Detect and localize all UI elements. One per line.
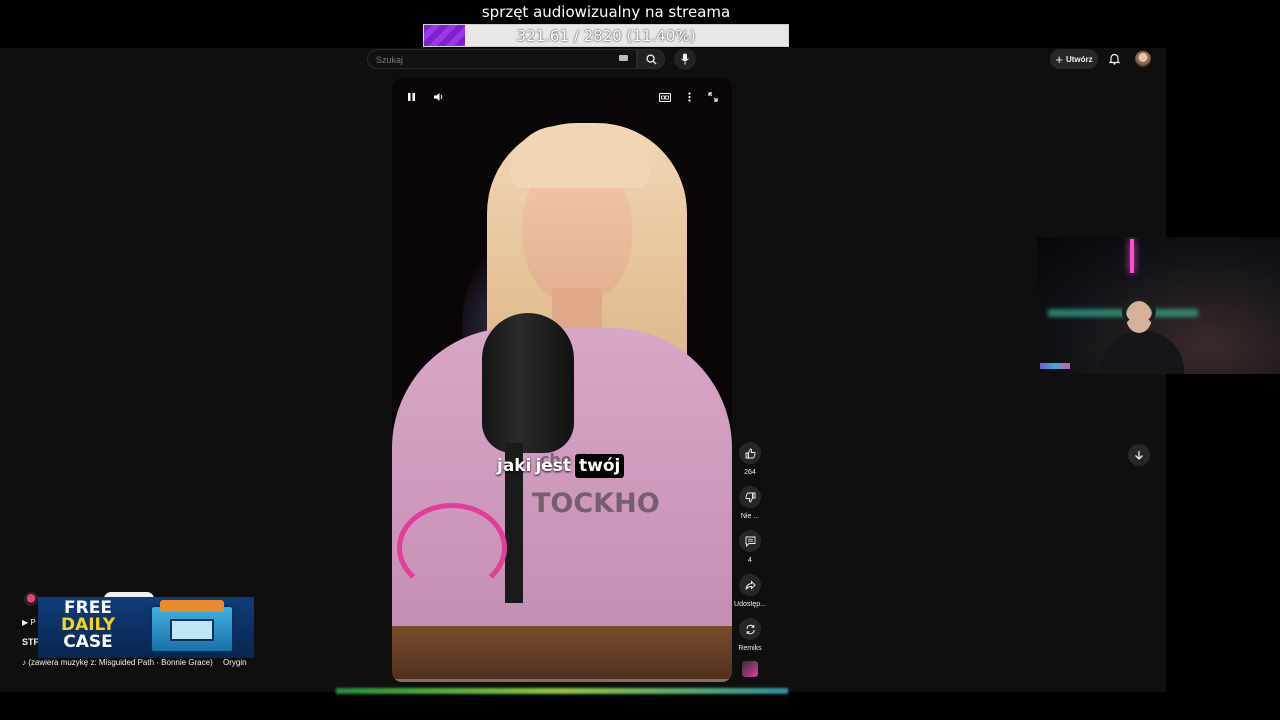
dislike-label: Nie ... (740, 513, 760, 520)
webcam-headset (1122, 297, 1156, 327)
case-window (170, 619, 214, 641)
account-avatar[interactable] (1135, 51, 1151, 67)
voice-search-button[interactable] (674, 48, 696, 70)
free-daily-case-banner: FREE DAILY CASE (38, 597, 254, 658)
like-action[interactable]: 264 (734, 442, 766, 476)
volume-button[interactable] (429, 88, 447, 106)
promo-line-3: CASE (63, 632, 113, 652)
like-count: 264 (744, 469, 756, 476)
video-progress-bar[interactable] (392, 679, 732, 682)
mic-icon (681, 53, 689, 65)
case-lid (160, 600, 224, 612)
comments-action[interactable]: 4 (734, 530, 766, 564)
bottom-glow (336, 688, 788, 694)
search-box[interactable] (367, 49, 637, 69)
video-person-bangs (510, 126, 650, 188)
video-microphone (482, 313, 574, 453)
bell-icon (1108, 53, 1120, 65)
share-action[interactable]: Udostęp... (734, 574, 766, 608)
next-video-button[interactable] (1128, 444, 1150, 466)
channel-line: ▶ P (22, 618, 36, 627)
dislike-action[interactable]: Nie ... (734, 486, 766, 520)
music-credit[interactable]: ♪ (zawiera muzykę z: Misguided Path · Bo… (22, 658, 247, 667)
webcam-streamer-body (1100, 331, 1184, 374)
sound-thumbnail[interactable] (742, 661, 758, 677)
thumbs-up-icon (745, 448, 756, 458)
webcam-led-strip (1040, 363, 1070, 369)
thumbs-down-icon (744, 492, 755, 502)
pink-cable (397, 503, 507, 593)
search-button[interactable] (637, 49, 665, 69)
pause-button[interactable] (402, 88, 420, 106)
more-icon (687, 92, 691, 102)
pause-icon (407, 93, 415, 101)
create-label: Utwórz (1065, 54, 1093, 64)
search-input[interactable] (368, 51, 608, 69)
video-caption: jaki jest twój (497, 454, 625, 478)
channel-avatar[interactable] (24, 592, 38, 606)
plus-icon: + (1055, 51, 1063, 67)
goal-title: sprzęt audiowizualny na streama (481, 3, 731, 21)
remix-icon (746, 624, 754, 634)
sweater-print: TOCKHO (532, 488, 660, 519)
fullscreen-button[interactable] (704, 88, 722, 106)
video-table (392, 626, 732, 682)
keyboard-icon[interactable] (619, 55, 628, 61)
shorts-video-player[interactable]: che St TOCKHO jaki jest twój (392, 78, 732, 682)
notifications-button[interactable] (1106, 51, 1122, 67)
fullscreen-icon (708, 92, 718, 102)
create-button[interactable]: + Utwórz (1050, 49, 1098, 69)
caption-word-highlighted: twój (575, 454, 625, 478)
music-credit-text: ♪ (zawiera muzykę z: Misguided Path · Bo… (22, 658, 213, 667)
comments-button[interactable] (739, 530, 761, 552)
remix-action[interactable]: Remiks (734, 618, 766, 652)
comments-count: 4 (748, 557, 752, 564)
arrow-down-icon (1135, 451, 1143, 460)
original-sound-label: Orygin (222, 658, 247, 667)
streamer-webcam (1038, 237, 1280, 374)
goal-progress-bar: 321.61 / 2820 (11.40%) (423, 24, 789, 47)
dislike-button[interactable] (739, 486, 761, 508)
caption-word: jaki (497, 456, 532, 476)
captions-button[interactable] (656, 88, 674, 106)
remix-button[interactable] (739, 618, 761, 640)
webcam-neon-light (1130, 239, 1134, 273)
comment-icon (745, 536, 755, 547)
like-button[interactable] (739, 442, 761, 464)
captions-icon (659, 92, 671, 102)
caption-word: jest (535, 456, 572, 476)
goal-progress-text: 321.61 / 2820 (11.40%) (516, 27, 696, 45)
share-icon (745, 579, 756, 590)
search-icon (645, 53, 657, 65)
volume-icon (433, 93, 442, 101)
more-options-button[interactable] (680, 88, 698, 106)
share-label: Udostęp... (734, 601, 766, 608)
promo-text: FREE DAILY CASE (44, 600, 132, 651)
share-button[interactable] (739, 574, 761, 596)
video-title[interactable]: STF (22, 637, 39, 647)
remix-label: Remiks (738, 645, 762, 652)
